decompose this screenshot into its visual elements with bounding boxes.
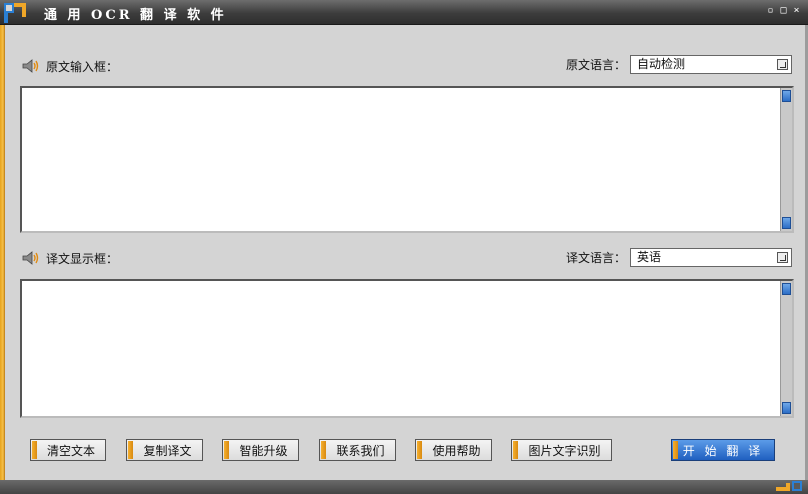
close-icon[interactable]: × [791,6,802,17]
copy-translation-button[interactable]: 复制译文 [126,439,203,461]
source-lang-value: 自动检测 [637,57,686,71]
corner-logo-icon [776,481,802,491]
help-button[interactable]: 使用帮助 [415,439,492,461]
speaker-icon[interactable] [22,59,40,73]
speaker-icon[interactable] [22,251,40,265]
minimize-icon[interactable]: ▫ [765,6,776,17]
target-lang-value: 英语 [637,250,662,264]
scroll-up-icon[interactable] [782,90,791,102]
target-lang-row: 译文语言： 英语 [566,248,793,267]
target-scrollbar[interactable] [780,281,792,416]
source-lang-select[interactable]: 自动检测 [630,55,793,74]
scroll-down-icon[interactable] [782,402,791,414]
source-lang-row: 原文语言： 自动检测 [566,55,793,74]
source-label-row: 原文输入框： [22,56,118,76]
target-lang-select[interactable]: 英语 [630,248,793,267]
start-translate-button[interactable]: 开 始 翻 译 [671,439,775,461]
scroll-up-icon[interactable] [782,283,791,295]
window-title: 通 用 OCR 翻 译 软 件 [44,8,227,23]
smart-upgrade-button[interactable]: 智能升级 [222,439,299,461]
title-bar[interactable]: 通 用 OCR 翻 译 软 件 ▫ □ × [0,0,808,25]
target-label-row: 译文显示框： [22,248,118,268]
left-accent-bar [0,25,5,480]
target-lang-label: 译文语言： [566,251,627,265]
app-logo-icon [4,3,26,23]
source-scrollbar[interactable] [780,88,792,231]
maximize-icon[interactable]: □ [778,6,789,17]
image-ocr-button[interactable]: 图片文字识别 [511,439,612,461]
source-lang-label: 原文语言： [566,58,627,72]
source-text-input[interactable] [20,86,794,233]
source-label: 原文输入框： [46,59,119,74]
bottom-bar [0,480,808,494]
scroll-down-icon[interactable] [782,217,791,229]
chevron-down-icon[interactable] [777,252,789,263]
chevron-down-icon[interactable] [777,59,789,70]
contact-us-button[interactable]: 联系我们 [319,439,396,461]
target-label: 译文显示框： [46,251,119,266]
clear-text-button[interactable]: 清空文本 [30,439,106,461]
app-window: 通 用 OCR 翻 译 软 件 ▫ □ × 原文输入框： 原文语言： 自动检测 [0,0,808,494]
target-text-output[interactable] [20,279,794,418]
